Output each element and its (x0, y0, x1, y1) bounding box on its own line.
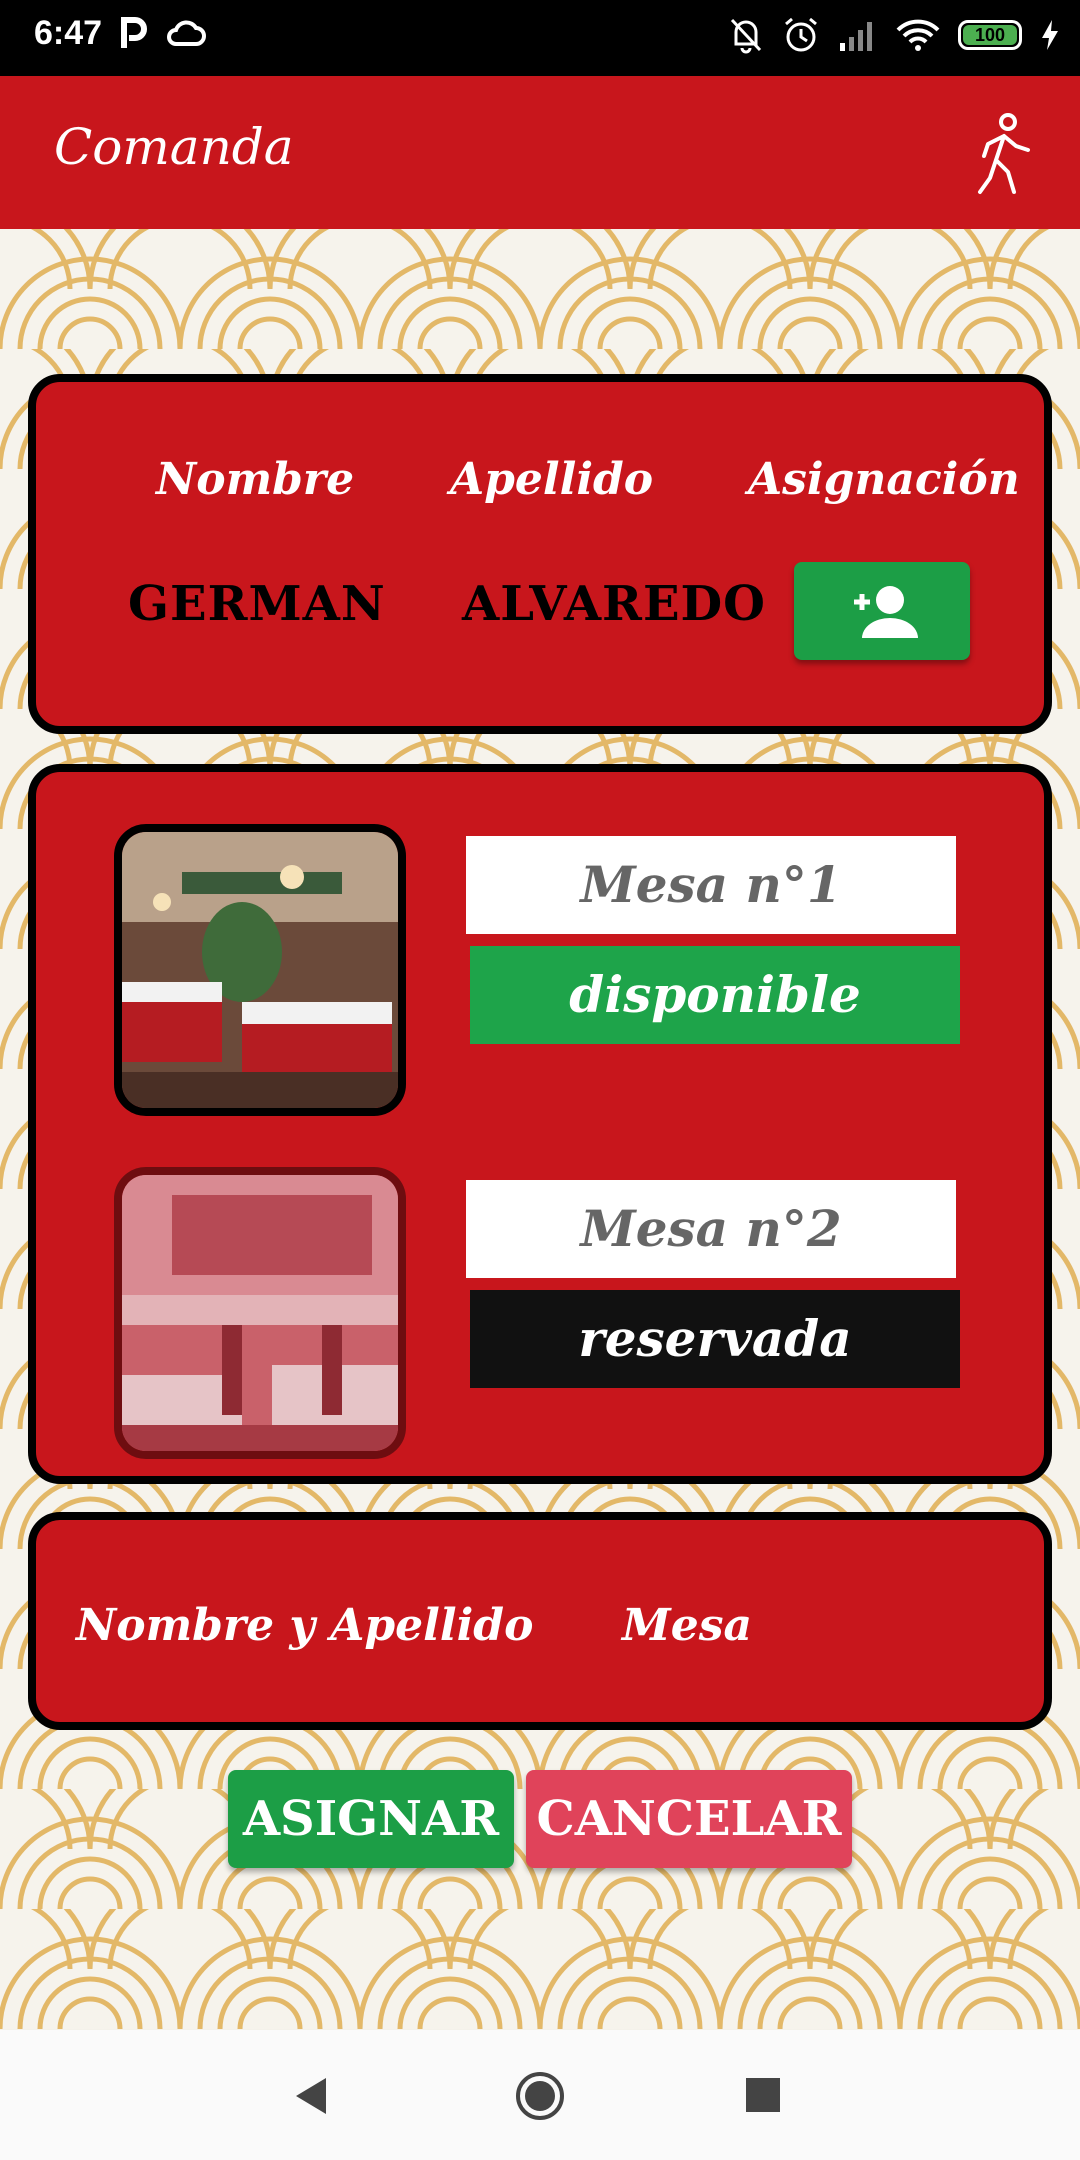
parking-icon (121, 17, 147, 48)
cloud-icon (167, 20, 206, 46)
status-bar: 6:47 100 (0, 0, 1080, 76)
tables-card: Mesa n°1 disponible Mesa n°2 reservada (28, 764, 1052, 1484)
restaurant-photo (122, 1175, 398, 1451)
table-2-label: Mesa n°2 (466, 1180, 956, 1278)
header-nombre: Nombre (156, 454, 355, 505)
wifi-icon (896, 19, 940, 51)
column-nombre-apellido: Nombre y Apellido (76, 1600, 534, 1651)
restaurant-photo (122, 832, 398, 1108)
header-apellido: Apellido (450, 454, 654, 505)
charging-icon (1042, 20, 1058, 50)
employee-nombre: GERMAN (128, 576, 386, 632)
cancelar-button[interactable]: CANCELAR (526, 1770, 852, 1868)
employee-apellido: ALVAREDO (462, 576, 766, 632)
status-icons-right: 100 (728, 16, 1060, 54)
nav-bar (0, 2030, 1080, 2160)
walking-person-icon[interactable] (974, 112, 1044, 196)
battery-icon: 100 (958, 20, 1022, 50)
back-icon[interactable] (290, 2074, 330, 2118)
status-icons-left (120, 16, 206, 50)
table-1-label: Mesa n°1 (466, 836, 956, 934)
alarm-icon (785, 17, 817, 52)
employee-card: Nombre Apellido Asignación GERMAN ALVARE… (28, 374, 1052, 734)
table-2-image[interactable] (114, 1167, 406, 1459)
add-person-icon (854, 586, 918, 638)
asignar-button[interactable]: ASIGNAR (228, 1770, 514, 1868)
app-bar: Comanda (0, 76, 1080, 229)
add-assignment-button[interactable] (794, 562, 970, 660)
app-title: Comanda (54, 118, 294, 176)
table-2-status[interactable]: reservada (470, 1290, 960, 1388)
battery-level: 100 (974, 25, 1006, 45)
assignment-card: Nombre y Apellido Mesa (28, 1512, 1052, 1730)
home-icon[interactable] (514, 2070, 566, 2122)
signal-icon (840, 22, 872, 51)
bell-off-icon (730, 18, 762, 54)
column-mesa: Mesa (622, 1600, 752, 1651)
status-time: 6:47 (34, 14, 103, 52)
table-1-status[interactable]: disponible (470, 946, 960, 1044)
header-asignacion: Asignación (748, 454, 1020, 505)
recents-icon[interactable] (744, 2076, 782, 2114)
table-1-image[interactable] (114, 824, 406, 1116)
